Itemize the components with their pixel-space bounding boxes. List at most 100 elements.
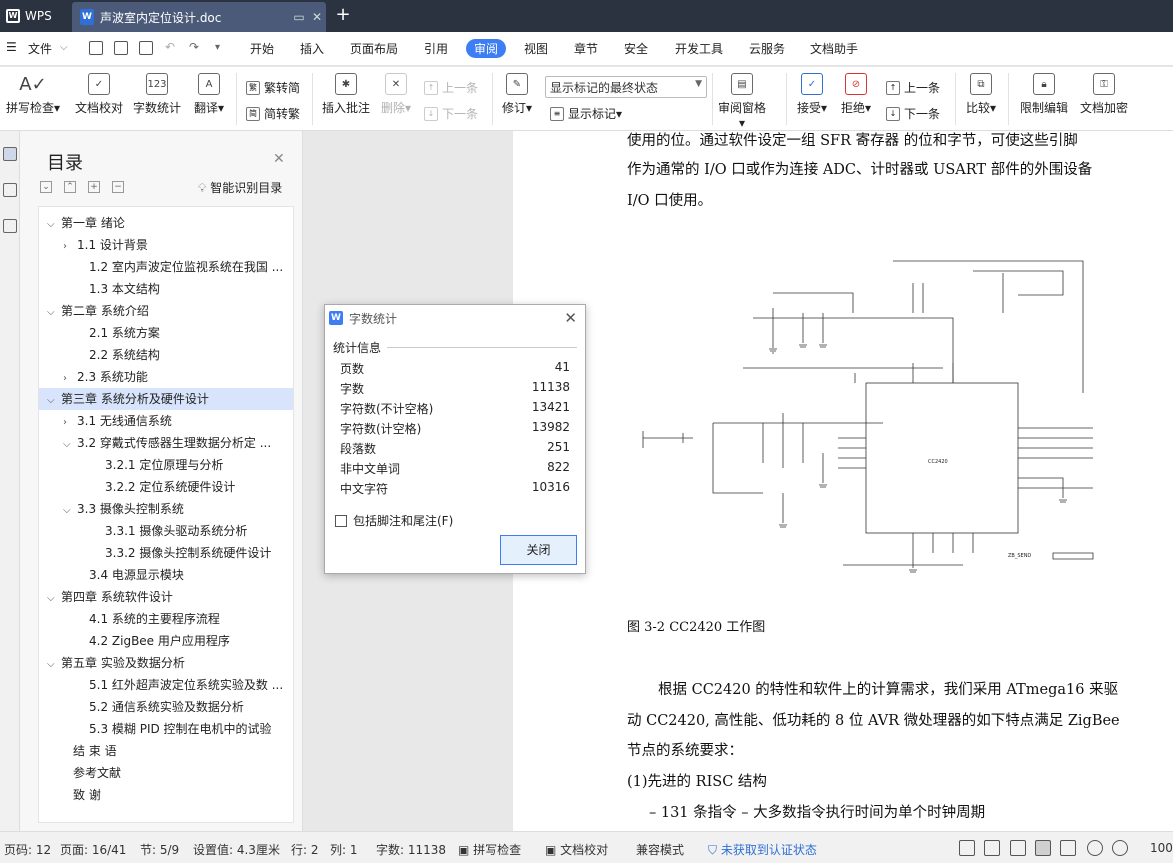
hamburger-icon[interactable]: ☰ [6, 40, 17, 54]
menu-tab-chapter[interactable]: 章节 [574, 40, 598, 57]
proofread-button[interactable]: ✓ 文档校对 [72, 73, 126, 116]
wps-home-tab[interactable]: W WPS [0, 0, 70, 32]
toc-item[interactable]: 3.2.2 定位系统硬件设计 [39, 476, 293, 498]
status-setting[interactable]: 设置值: 4.3厘米 [193, 841, 280, 858]
reject-button[interactable]: ⊘ 拒绝▾ [838, 73, 874, 116]
chevron-right-icon[interactable]: › [63, 412, 77, 432]
spell-check-button[interactable]: A✓ 拼写检查▾ [4, 73, 62, 116]
quick-access-more-icon[interactable]: ▾ [215, 42, 220, 53]
markup-state-dropdown[interactable]: 显示标记的最终状态 ▼ [545, 76, 707, 98]
chevron-down-icon[interactable]: ⌵ [63, 500, 77, 520]
chevron-right-icon[interactable]: › [63, 368, 77, 388]
document-page[interactable]: 使用的位。通过软件设定一组 SFR 寄存器 的位和字节，可使这些引脚 作为通常的… [513, 131, 1173, 831]
status-spell-check[interactable]: ▣ 拼写检查 [458, 841, 521, 858]
chevron-down-icon[interactable]: ⌵ [47, 588, 61, 608]
toc-item[interactable]: 参考文献 [39, 762, 293, 784]
restrict-editing-button[interactable]: 🔒︎ 限制编辑 [1016, 73, 1072, 116]
toc-item[interactable]: 4.1 系统的主要程序流程 [39, 608, 293, 630]
chevron-right-icon[interactable]: › [63, 236, 77, 256]
menu-tab-references[interactable]: 引用 [424, 40, 448, 57]
menu-tab-home[interactable]: 开始 [250, 40, 274, 57]
fullscreen-icon[interactable] [959, 840, 975, 856]
tab-window-icon[interactable]: ▭ [290, 10, 308, 24]
undo-icon[interactable]: ↶ [165, 40, 175, 54]
smart-toc-button[interactable]: 💡︎ 智能识别目录 [198, 179, 282, 196]
toc-item[interactable]: › 2.3 系统功能 [39, 366, 293, 388]
toc-item[interactable]: ⌵ 第二章 系统介绍 [39, 300, 293, 322]
expand-all-icon[interactable]: ⌄ [40, 181, 52, 193]
status-word-count[interactable]: 字数: 11138 [376, 841, 446, 858]
menu-tab-developer[interactable]: 开发工具 [675, 40, 723, 57]
collapse-all-icon[interactable]: ⌃ [64, 181, 76, 193]
toc-item[interactable]: ⌵ 第三章 系统分析及硬件设计 [39, 388, 293, 410]
chevron-down-icon[interactable]: ⌵ [63, 434, 77, 454]
prev-change-button[interactable]: ↑ 上一条 [886, 79, 940, 96]
toc-item[interactable]: 1.3 本文结构 [39, 278, 293, 300]
toc-item[interactable]: › 3.1 无线通信系统 [39, 410, 293, 432]
close-button[interactable]: 关闭 [500, 535, 577, 565]
add-heading-icon[interactable]: + [88, 181, 100, 193]
accept-button[interactable]: ✓ 接受▾ [794, 73, 830, 116]
toc-item[interactable]: ⌵ 第一章 绪论 [39, 212, 293, 234]
toc-item[interactable]: ⌵ 第五章 实验及数据分析 [39, 652, 293, 674]
status-proofread[interactable]: ▣ 文档校对 [545, 841, 608, 858]
toc-item[interactable]: › 1.1 设计背景 [39, 234, 293, 256]
insert-comment-button[interactable]: ✱ 插入批注 [320, 73, 372, 116]
status-pages[interactable]: 页面: 16/41 [60, 841, 126, 858]
remove-heading-icon[interactable]: − [112, 181, 124, 193]
simp-to-trad-button[interactable]: 简简转繁 [246, 105, 300, 122]
toc-nav-icon[interactable] [3, 147, 17, 161]
menu-tab-assistant[interactable]: 文档助手 [810, 40, 858, 57]
status-page-number[interactable]: 页码: 12 [4, 841, 51, 858]
menu-tab-view[interactable]: 视图 [524, 40, 548, 57]
chevron-down-icon[interactable]: ⌵ [47, 654, 61, 674]
reading-mode-icon[interactable] [984, 840, 1000, 856]
next-change-button[interactable]: ↓ 下一条 [886, 105, 940, 122]
toc-item[interactable]: 1.2 室内声波定位监视系统在我国 ... [39, 256, 293, 278]
translate-button[interactable]: A 翻译▾ [189, 73, 229, 116]
trad-to-simp-button[interactable]: 繁繁转简 [246, 79, 300, 96]
print-icon[interactable] [114, 41, 128, 55]
menu-tab-review[interactable]: 审阅 [466, 39, 507, 58]
toc-item[interactable]: 3.3.2 摄像头控制系统硬件设计 [39, 542, 293, 564]
print-preview-icon[interactable] [139, 41, 153, 55]
eye-protection-icon[interactable] [1112, 840, 1128, 856]
menu-tab-layout[interactable]: 页面布局 [350, 40, 398, 57]
chevron-down-icon[interactable]: ⌵ [47, 390, 61, 410]
status-column[interactable]: 列: 1 [330, 841, 358, 858]
status-compat-mode[interactable]: 兼容模式 [636, 841, 684, 858]
menu-tab-cloud[interactable]: 云服务 [749, 40, 785, 57]
toc-item[interactable]: 2.2 系统结构 [39, 344, 293, 366]
toc-item[interactable]: 2.1 系统方案 [39, 322, 293, 344]
chevron-down-icon[interactable]: ⌵ [47, 214, 61, 234]
include-footnotes-checkbox[interactable]: 包括脚注和尾注(F) [335, 512, 453, 529]
toc-item[interactable]: 致 谢 [39, 784, 293, 806]
checkbox-box[interactable] [335, 514, 347, 527]
toc-item[interactable]: ⌵ 3.2 穿戴式传感器生理数据分析定 ... [39, 432, 293, 454]
toc-item[interactable]: 4.2 ZigBee 用户应用程序 [39, 630, 293, 652]
zoom-level[interactable]: 100 [1150, 841, 1173, 855]
delete-comment-button[interactable]: ✕ 删除▾ [378, 73, 414, 116]
dialog-close-icon[interactable]: ✕ [564, 309, 577, 327]
bookmark-nav-icon[interactable] [3, 219, 17, 233]
toc-item[interactable]: 5.1 红外超声波定位系统实验及数 ... [39, 674, 293, 696]
menu-tab-insert[interactable]: 插入 [300, 40, 324, 57]
save-icon[interactable] [89, 41, 103, 55]
new-tab-button[interactable]: + [332, 4, 354, 26]
status-row[interactable]: 行: 2 [291, 841, 319, 858]
tab-close-icon[interactable]: ✕ [308, 10, 326, 24]
toc-item[interactable]: 5.3 模糊 PID 控制在电机中的试验 [39, 718, 293, 740]
file-menu[interactable]: 文件 [28, 40, 52, 57]
redo-icon[interactable]: ↷ [189, 40, 199, 54]
document-tab[interactable]: W 声波室内定位设计.doc ▭ ✕ [72, 2, 326, 32]
toc-item[interactable]: ⌵ 第四章 系统软件设计 [39, 586, 293, 608]
show-markup-button[interactable]: ≡ 显示标记 ▾ [550, 105, 622, 122]
track-changes-button[interactable]: ✎ 修订▾ [500, 73, 534, 116]
write-mode-icon[interactable] [1010, 840, 1026, 856]
review-pane-button[interactable]: ▤ 审阅窗格▾ [716, 73, 768, 130]
toc-item[interactable]: 3.3.1 摄像头驱动系统分析 [39, 520, 293, 542]
toc-item[interactable]: 结 束 语 [39, 740, 293, 762]
toc-item[interactable]: 3.2.1 定位原理与分析 [39, 454, 293, 476]
page-view-icon[interactable] [1035, 840, 1051, 856]
pages-nav-icon[interactable] [3, 183, 17, 197]
